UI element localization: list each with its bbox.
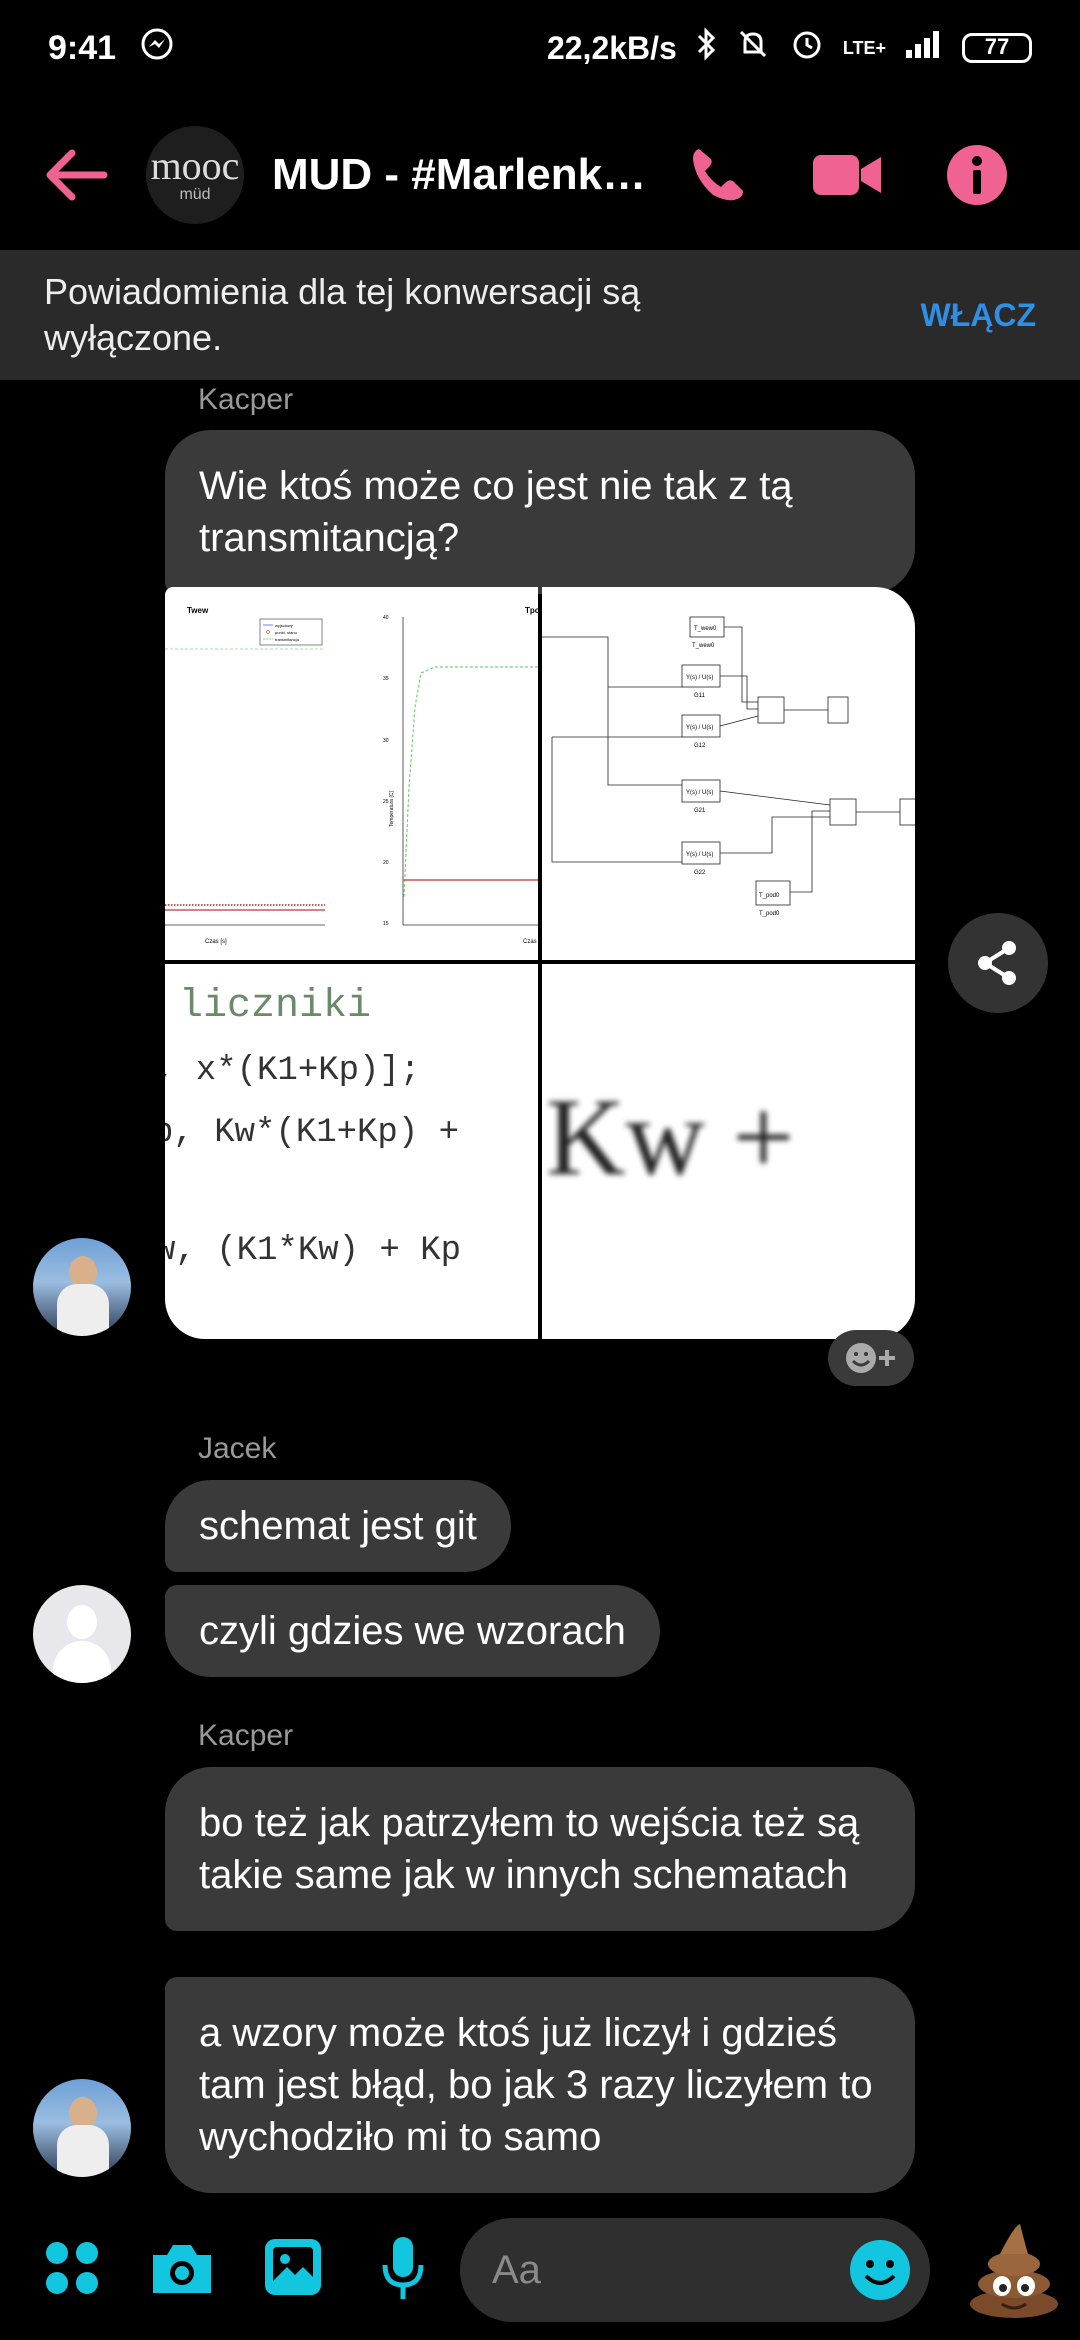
message-bubble[interactable]: Wie ktoś może co jest nie tak z tą trans… <box>165 430 915 594</box>
simulink-image-tile[interactable]: T_wew0 T_wew0 Y(s) / U(s) G11 Y(s) / U(s… <box>542 587 915 960</box>
network-type: LTE+ <box>842 37 886 58</box>
conversation-header: mooc müd MUD - #Marlenka... <box>0 110 1080 240</box>
enable-notifications-button[interactable]: WŁĄCZ <box>920 297 1036 334</box>
quick-reaction-button[interactable] <box>966 2220 1062 2320</box>
share-icon <box>978 941 1016 985</box>
chart-thumbnail: Twew wyjściowy punkt. stanu transmitancj… <box>165 606 538 945</box>
avatar-body <box>57 1284 109 1336</box>
legend-item: wyjściowy <box>275 623 293 628</box>
info-button[interactable] <box>932 130 1022 220</box>
y-tick: 40 <box>383 615 389 621</box>
y-tick: 15 <box>383 921 389 927</box>
y-tick: 35 <box>383 676 389 682</box>
tf-label: Y(s) / U(s) <box>686 852 713 858</box>
banner-text: Powiadomienia dla tej konwersacji są wył… <box>44 271 641 358</box>
status-time: 9:41 <box>48 28 117 67</box>
block-label: T_wew0 <box>692 643 715 649</box>
avatar-body <box>57 2125 109 2177</box>
add-reaction-button[interactable] <box>828 1330 914 1386</box>
voice-message-button[interactable] <box>378 2234 428 2304</box>
block-label: G12 <box>694 743 706 749</box>
video-camera-icon <box>813 155 881 195</box>
sender-name: Kacper <box>198 1719 294 1752</box>
camera-button[interactable] <box>148 2238 216 2300</box>
messenger-status-icon <box>140 27 174 70</box>
zoomed-text: Kw + <box>546 1076 795 1198</box>
y-axis-label: Temperatura [C] <box>389 791 395 827</box>
notifications-banner: Powiadomienia dla tej konwersacji są wył… <box>0 250 1080 380</box>
x-axis-label: Czas <box>523 939 537 945</box>
back-button[interactable] <box>36 135 116 215</box>
chart-title-right: Tpod <box>525 606 538 615</box>
apps-grid-icon <box>46 2242 98 2294</box>
y-tick: 20 <box>383 860 389 866</box>
block-label: G22 <box>694 870 706 876</box>
zoomed-image-tile[interactable]: Kw + <box>542 964 915 1339</box>
legend-item: punkt. stanu <box>275 630 297 635</box>
image-attachments: Twew wyjściowy punkt. stanu transmitancj… <box>165 587 915 1339</box>
block-label: G21 <box>694 808 706 814</box>
gallery-button[interactable] <box>262 2236 324 2298</box>
emoji-icon <box>850 2240 910 2300</box>
block-label: T_wew0 <box>694 626 717 632</box>
sender-name: Kacper <box>198 383 294 416</box>
x-axis-label: Czas [s] <box>205 939 227 945</box>
avatar-subtext: müd <box>179 186 211 203</box>
network-speed: 22,2kB/s <box>546 29 677 66</box>
battery-indicator: 77 <box>962 33 1032 63</box>
block-label: G11 <box>694 693 706 699</box>
bluetooth-icon <box>695 27 717 69</box>
camera-icon <box>153 2245 211 2293</box>
avatar-body <box>53 1641 111 1683</box>
tf-label: Y(s) / U(s) <box>686 675 713 681</box>
code-image-tile[interactable]: liczniki , x*(K1+Kp)]; p, Kw*(K1+Kp) + w… <box>165 964 538 1339</box>
message-bubble[interactable]: schemat jest git <box>165 1480 511 1572</box>
arrow-left-icon <box>46 149 108 201</box>
code-line: liczniki <box>179 984 372 1029</box>
poop-emoji-icon <box>970 2224 1058 2318</box>
smile-plus-icon <box>846 1343 895 1373</box>
chart-image-tile[interactable]: Twew wyjściowy punkt. stanu transmitancj… <box>165 587 538 960</box>
message-bubble[interactable]: a wzory może ktoś już liczył i gdzieś ta… <box>165 1977 915 2193</box>
legend-item: transmitancja <box>275 637 300 642</box>
avatar-text: mooc <box>150 143 240 188</box>
share-button[interactable] <box>948 913 1048 1013</box>
video-call-button[interactable] <box>802 130 892 220</box>
y-tick: 25 <box>383 799 389 805</box>
alarm-icon <box>789 26 825 70</box>
phone-icon <box>693 149 743 201</box>
microphone-icon <box>382 2237 424 2299</box>
sender-name: Jacek <box>198 1432 277 1465</box>
emoji-button[interactable] <box>848 2238 912 2302</box>
y-tick: 30 <box>383 738 389 744</box>
chart-title-left: Twew <box>187 606 209 615</box>
call-button[interactable] <box>672 130 762 220</box>
info-icon <box>947 145 1007 205</box>
group-avatar[interactable]: mooc müd <box>146 126 244 224</box>
code-line: p, Kw*(K1+Kp) + <box>165 1114 460 1152</box>
block-label: T_pod0 <box>759 893 780 899</box>
avatar-head <box>67 1605 97 1639</box>
avatar-kacper[interactable] <box>33 1238 131 1336</box>
simulink-diagram-thumbnail: T_wew0 T_wew0 Y(s) / U(s) G11 Y(s) / U(s… <box>542 616 915 917</box>
block-label: T_pod0 <box>759 911 780 917</box>
conversation-title[interactable]: MUD - #Marlenka... <box>272 150 652 200</box>
avatar-jacek[interactable] <box>33 1585 131 1683</box>
signal-icon <box>904 28 944 68</box>
image-icon <box>265 2239 321 2295</box>
avatar-kacper[interactable] <box>33 2079 131 2177</box>
code-line: , x*(K1+Kp)]; <box>165 1052 421 1090</box>
status-bar: 9:41 22,2kB/s LTE+ 77 <box>0 0 1080 96</box>
mute-bell-icon <box>735 26 771 70</box>
message-bubble[interactable]: bo też jak patrzyłem to wejścia też są t… <box>165 1767 915 1931</box>
tf-label: Y(s) / U(s) <box>686 790 713 796</box>
code-line: w, (K1*Kw) + Kp <box>165 1232 462 1270</box>
more-actions-button[interactable] <box>42 2238 102 2298</box>
message-bubble[interactable]: czyli gdzies we wzorach <box>165 1585 660 1677</box>
tf-label: Y(s) / U(s) <box>686 725 713 731</box>
